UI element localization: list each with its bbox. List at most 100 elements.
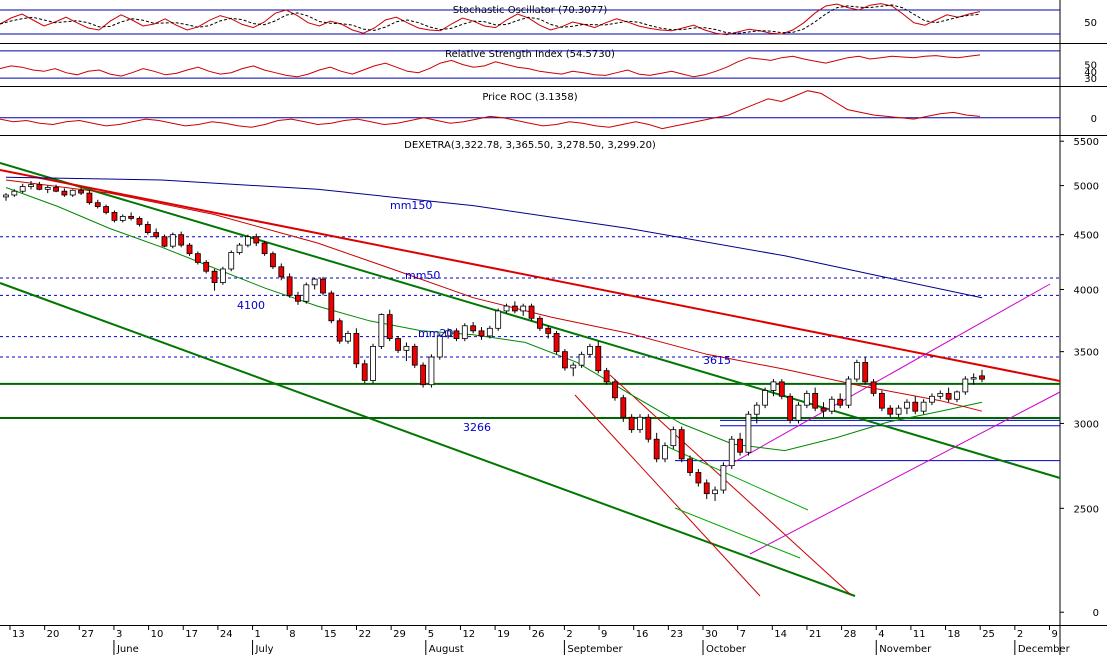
candle-down: [653, 438, 660, 460]
candle-up: [920, 401, 927, 412]
candle-down: [203, 261, 210, 272]
date-tick-label: 9: [1052, 629, 1058, 640]
candle-down: [261, 242, 268, 255]
trend-line: [667, 446, 809, 511]
date-tick-label: 29: [393, 629, 406, 640]
candle-down: [603, 370, 610, 383]
candle-up: [370, 345, 376, 381]
candle-down: [53, 187, 59, 192]
candle-down: [820, 407, 827, 412]
candle-up: [219, 268, 226, 283]
candle-up: [745, 413, 752, 453]
price-tick-label: 3000: [1074, 419, 1099, 430]
candle-down: [545, 327, 552, 334]
candle-down: [912, 401, 919, 412]
price-tick-label: 4500: [1074, 231, 1099, 242]
moving-average-mm150: [5, 176, 983, 299]
candle-down: [812, 392, 819, 409]
candle-down: [870, 381, 877, 394]
candle-up: [520, 305, 527, 312]
candle-up: [119, 215, 126, 221]
trend-line: [0, 162, 1061, 479]
candle-down: [153, 232, 160, 238]
candle-down: [553, 332, 560, 353]
candle-up: [937, 392, 944, 397]
candle-up: [970, 377, 977, 380]
candle-down: [562, 351, 568, 369]
candle-up: [3, 194, 9, 198]
candle-down: [695, 472, 702, 484]
candle-up: [486, 327, 493, 337]
candle-up: [570, 364, 577, 369]
date-tick-label: 16: [636, 629, 649, 640]
month-label: October: [706, 644, 747, 655]
month-label: July: [255, 644, 274, 655]
annotation-3266: 3266: [463, 421, 491, 434]
candle-up: [712, 489, 718, 495]
candle-up: [19, 186, 26, 192]
candle-down: [862, 362, 869, 383]
candle-up: [728, 438, 735, 467]
candle-down: [336, 320, 343, 342]
candle-up: [845, 378, 852, 406]
annotation-mm50: mm50: [405, 269, 440, 282]
candle-up: [228, 252, 235, 270]
candle-down: [270, 253, 276, 268]
candle-down: [645, 416, 652, 440]
date-tick-label: 20: [47, 629, 60, 640]
candle-down: [411, 345, 418, 366]
date-tick-label: 27: [81, 629, 94, 640]
candle-down: [128, 215, 135, 219]
candle-up: [637, 416, 643, 431]
candle-down: [979, 375, 985, 380]
candle-up: [169, 234, 176, 247]
annotation-4100: 4100: [237, 299, 265, 312]
candle-down: [111, 212, 118, 221]
candle-down: [837, 398, 844, 406]
date-tick-label: 8: [289, 629, 295, 640]
candle-down: [878, 392, 885, 409]
candle-up: [795, 404, 802, 421]
candle-down: [628, 416, 635, 431]
price-tick-label: 4000: [1074, 285, 1099, 296]
candle-up: [895, 407, 902, 415]
candle-down: [386, 314, 393, 339]
candle-up: [587, 345, 593, 355]
candle-down: [687, 458, 693, 473]
candle-down: [778, 381, 785, 397]
date-tick-label: 25: [982, 629, 995, 640]
trend-lines: [0, 162, 1061, 597]
moving-averages: [5, 176, 983, 452]
month-label: June: [116, 644, 139, 655]
date-tick-label: 3: [116, 629, 122, 640]
date-tick-label: 13: [12, 629, 25, 640]
candle-down: [470, 325, 477, 332]
price-tick-label: 5500: [1074, 137, 1099, 148]
candle-down: [453, 330, 460, 339]
price-tick-label: 0: [1093, 608, 1099, 619]
price-chart-title: DEXETRA(3,322.78, 3,365.50, 3,278.50, 3,…: [404, 140, 656, 151]
chart-canvas: Stochastic Oscillator (70.3077) Relative…: [0, 0, 1107, 655]
candle-up: [578, 353, 585, 366]
candle-down: [787, 395, 794, 421]
candle-up: [345, 332, 351, 342]
candle-up: [495, 310, 502, 329]
candle-down: [103, 206, 110, 213]
date-tick-label: 2: [566, 629, 572, 640]
candle-up: [762, 390, 769, 406]
candle-down: [353, 332, 360, 365]
candle-up: [378, 314, 385, 347]
candle-down: [737, 438, 743, 453]
candle-down: [144, 224, 151, 233]
candle-up: [303, 284, 310, 302]
candle-down: [278, 266, 285, 278]
candle-up: [28, 184, 34, 187]
date-tick-label: 21: [809, 629, 822, 640]
roc-title: Price ROC (3.1358): [482, 92, 577, 103]
indicator-tick-label: 0: [1091, 114, 1097, 125]
candle-down: [887, 407, 894, 415]
date-tick-label: 23: [670, 629, 683, 640]
date-tick-label: 15: [324, 629, 337, 640]
candle-down: [528, 305, 535, 319]
candle-down: [612, 381, 618, 399]
